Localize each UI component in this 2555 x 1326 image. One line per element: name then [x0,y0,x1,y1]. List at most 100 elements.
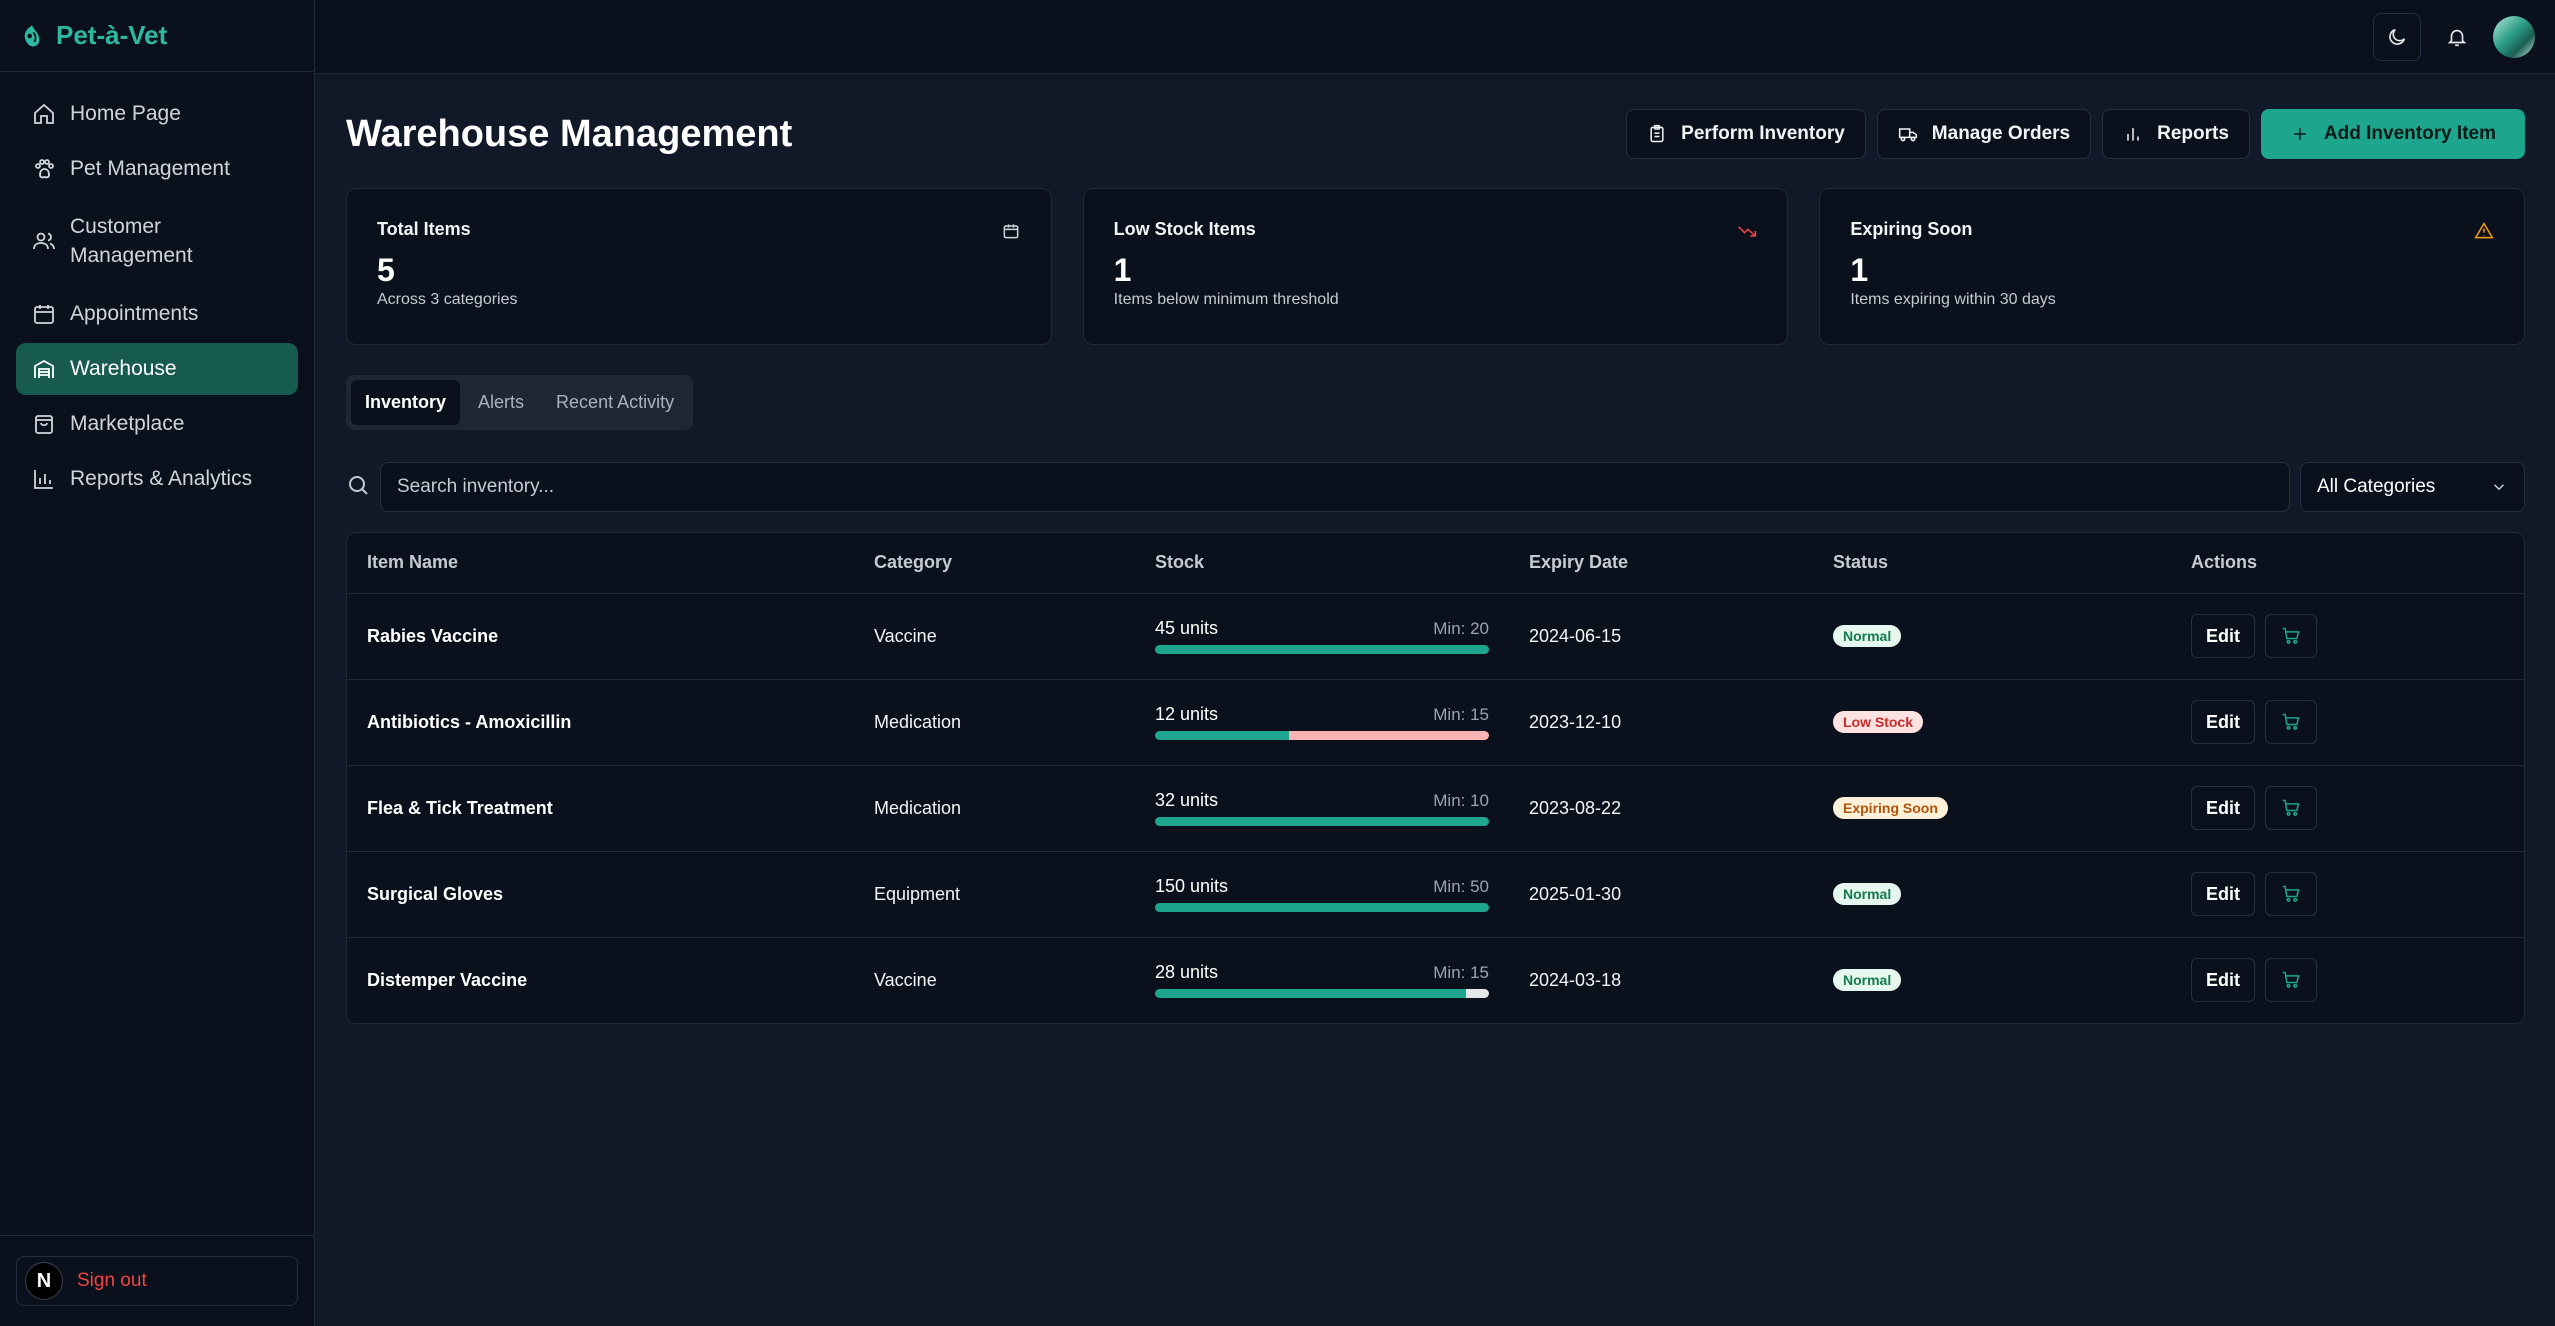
tab-recent-activity[interactable]: Recent Activity [542,380,688,425]
order-button[interactable] [2265,614,2317,658]
shopping-bag-icon [32,412,56,436]
status-cell: Normal [1813,593,2171,680]
manage-orders-button[interactable]: Manage Orders [1876,109,2092,159]
stock-progress-bar [1155,817,1489,826]
expiry-date-cell: 2025-01-30 [1509,851,1813,938]
order-button[interactable] [2265,958,2317,1003]
actions-cell: Edit [2171,593,2524,680]
signout-label: Sign out [77,1270,147,1291]
sidebar-item-label: Marketplace [70,411,185,435]
package-icon [1001,221,1021,241]
search-icon [346,473,370,502]
column-header-category[interactable]: Category [854,533,1135,594]
order-button[interactable] [2265,872,2317,916]
sidebar-footer: N Sign out [0,1235,314,1326]
stock-units: 32 units [1155,790,1219,810]
calendar-icon [32,302,56,326]
bar-chart-icon [2127,128,2139,141]
sidebar-item-reports-analytics[interactable]: Reports & Analytics [16,453,298,505]
sidebar-item-home[interactable]: Home Page [16,88,298,140]
stock-progress-bar [1155,989,1489,999]
notifications-button[interactable] [2433,13,2481,61]
chevron-down-icon [2493,484,2505,491]
stock-progress-track [1465,989,1489,999]
category-cell: Vaccine [874,969,937,990]
stock-units: 45 units [1155,618,1219,638]
cart-icon [2282,713,2300,730]
edit-button[interactable]: Edit [2191,700,2255,744]
status-badge: Normal [1833,625,1902,647]
brand-logo-icon [24,25,40,46]
stock-min: Min: 20 [1433,619,1489,638]
cart-icon [2282,627,2300,644]
avatar: N [25,1262,63,1300]
expiry-date-cell: 2024-06-15 [1509,593,1813,680]
sidebar-item-label: Pet Management [70,157,230,180]
category-filter-select[interactable]: All Categories [2300,462,2525,512]
status-cell: Normal [1813,851,2171,938]
users-icon [32,229,56,253]
card-title: Total Items [377,219,471,239]
stock-indicator: 45 units Min: 20 [1155,618,1489,654]
edit-button[interactable]: Edit [2191,614,2255,658]
low-stock-card: Low Stock Items 1 Items below minimum th… [1082,188,1789,345]
stock-min: Min: 15 [1433,963,1489,983]
sidebar-item-appointments[interactable]: Appointments [16,288,298,340]
stats-cards: Total Items 5 Across 3 categories Low St… [346,188,2526,345]
tab-alerts[interactable]: Alerts [464,380,538,425]
brand[interactable]: Pet-à-Vet [0,0,314,72]
table-row: Antibiotics - Amoxicillin Medication 12 … [347,679,2524,766]
header-actions: Perform Inventory Manage Orders Reports … [1626,109,2525,159]
topbar [315,0,2555,74]
item-name-cell: Antibiotics - Amoxicillin [347,679,854,766]
sidebar-item-marketplace[interactable]: Marketplace [16,398,298,450]
search-input[interactable] [380,462,2290,512]
perform-inventory-label: Perform Inventory [1681,123,1845,144]
stock-cell: 12 units Min: 15 [1135,679,1509,766]
card-title: Low Stock Items [1113,219,1256,239]
sidebar-item-customer-management[interactable]: Customer Management [16,198,298,285]
signout-button[interactable]: N Sign out [16,1256,298,1306]
stock-progress-fill [1155,645,1489,654]
stock-indicator: 12 units Min: 15 [1155,704,1489,740]
cart-icon [2282,972,2300,989]
column-header-expiry-date[interactable]: Expiry Date [1509,533,1813,594]
stock-cell: 150 units Min: 50 [1135,851,1509,938]
edit-button[interactable]: Edit [2191,872,2255,916]
expiry-date-cell: 2023-12-10 [1509,679,1813,766]
order-button[interactable] [2265,700,2317,744]
warning-icon [2474,221,2494,241]
card-subtitle: Items below minimum threshold [1113,291,1339,308]
card-subtitle: Across 3 categories [377,291,518,308]
stock-progress-fill [1155,989,1466,999]
search-row: All Categories [346,462,2525,512]
card-value: 5 [377,252,395,288]
cart-icon [2282,885,2300,902]
stock-progress-bar [1155,645,1489,654]
actions-cell: Edit [2171,937,2524,1023]
column-header-status[interactable]: Status [1813,533,2171,594]
sidebar-item-label: Home Page [70,102,181,125]
home-icon [32,102,56,126]
edit-button[interactable]: Edit [2191,958,2255,1003]
stock-progress-fill [1155,817,1489,826]
page-title: Warehouse Management [346,112,793,155]
sidebar-item-pet-management[interactable]: Pet Management [16,143,298,195]
tab-inventory[interactable]: Inventory [351,380,461,425]
reports-button[interactable]: Reports [2102,109,2250,159]
status-cell: Expiring Soon [1813,765,2171,852]
column-header-stock[interactable]: Stock [1135,533,1509,594]
order-button[interactable] [2265,786,2317,830]
sidebar-item-warehouse[interactable]: Warehouse [16,342,298,395]
perform-inventory-button[interactable]: Perform Inventory [1626,109,1866,159]
edit-button[interactable]: Edit [2191,786,2255,830]
status-badge: Expiring Soon [1833,797,1948,819]
theme-toggle-button[interactable] [2373,12,2421,61]
column-header-item-name[interactable]: Item Name [347,533,854,594]
manage-orders-label: Manage Orders [1931,123,2071,144]
add-inventory-item-button[interactable]: Add Inventory Item [2260,109,2525,159]
user-avatar[interactable] [2493,15,2535,58]
status-badge: Normal [1833,883,1902,905]
category-cell: Vaccine [854,593,1135,680]
table-row: Surgical Gloves Equipment 150 units Min:… [347,851,2524,938]
